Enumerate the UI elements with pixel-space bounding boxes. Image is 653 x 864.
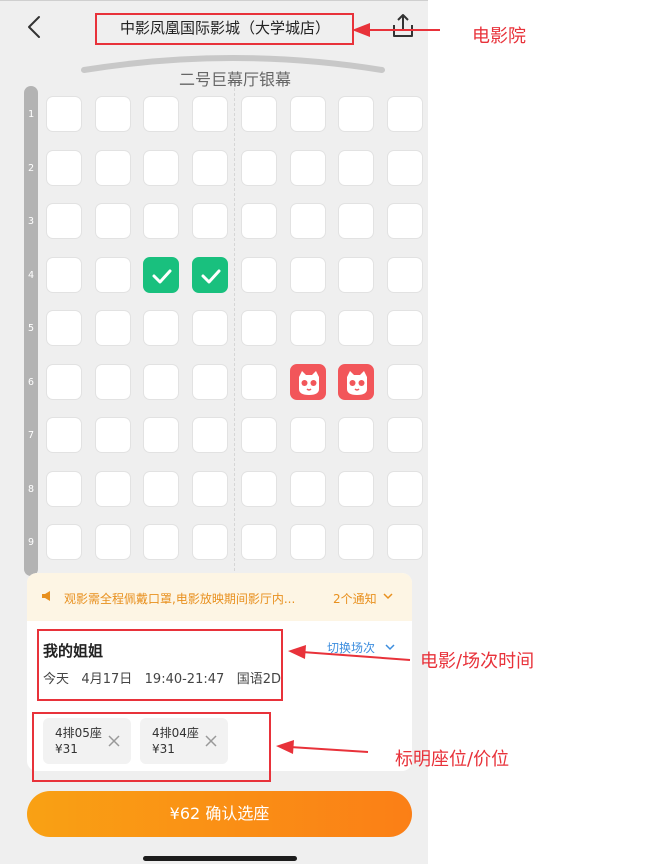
annotation-cinema: 电影院 xyxy=(472,26,526,47)
annotation-seat-price: 标明座位/价位 xyxy=(395,749,510,770)
annotation-arrows xyxy=(276,23,440,754)
annotation-movie-time: 电影/场次时间 xyxy=(420,651,535,672)
